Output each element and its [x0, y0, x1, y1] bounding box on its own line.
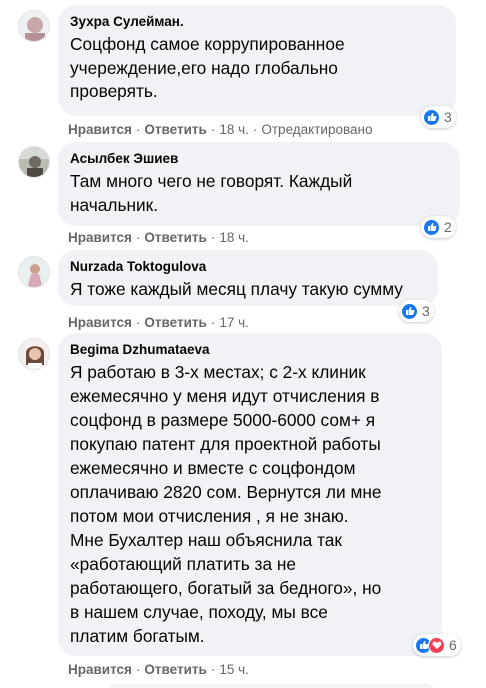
like-icon [423, 218, 440, 236]
avatar[interactable] [18, 338, 50, 370]
comment-timestamp[interactable]: 17 ч. [219, 315, 249, 330]
avatar[interactable] [18, 10, 50, 42]
comment-author[interactable]: Begima Dzhumataeva [70, 341, 430, 359]
comment-actions: Нравится · Ответить · 15 ч. [68, 661, 249, 679]
comment-timestamp[interactable]: 18 ч. [219, 122, 249, 137]
comment-text-line: работающего, богатый за бедного», но [70, 578, 382, 598]
separator: · [135, 662, 141, 677]
comment-text-line: Я тоже каждый месяц плачу такую сумму [70, 279, 403, 299]
separator: · [210, 662, 216, 677]
reaction-count: 3 [422, 303, 430, 319]
like-button[interactable]: Нравится [68, 230, 132, 245]
comment-timestamp[interactable]: 15 ч. [219, 662, 249, 677]
next-comment-bubble [106, 684, 436, 688]
comment-text-line: Соцфонд самое коррупированное [70, 34, 345, 54]
comment-text-line: потом мои отчисления , я не знаю. [70, 506, 349, 526]
like-button[interactable]: Нравится [68, 662, 132, 677]
comment-text-line: соцфонд в размере 5000-6000 сом+ я [70, 410, 376, 430]
comment-text-line: проверять. [70, 81, 158, 101]
reaction-summary[interactable]: 2 [421, 216, 456, 238]
comment-author[interactable]: Зухра Сулейман. [70, 13, 444, 31]
reaction-count: 3 [444, 109, 452, 125]
reaction-summary[interactable]: 3 [421, 106, 456, 128]
comment-author[interactable]: Nurzada Toktogulova [70, 258, 426, 276]
like-icon [401, 302, 418, 320]
reaction-summary[interactable]: 6 [413, 634, 461, 656]
comment-actions: Нравится · Ответить · 18 ч. [68, 229, 249, 247]
comment-text-line: платим богатым. [70, 626, 205, 646]
comment-text-line: начальник. [70, 194, 159, 215]
avatar[interactable] [18, 146, 50, 178]
comment-timestamp[interactable]: 18 ч. [219, 230, 249, 245]
separator: · [210, 230, 216, 245]
comment-text-line: Я работаю в 3-х местах; с 2-х клиник [70, 362, 366, 382]
comment-actions: Нравится · Ответить · 17 ч. [68, 314, 249, 332]
comment-text-line: ежемесячно и вместе с соцфондом [70, 458, 356, 478]
reply-button[interactable]: Ответить [144, 122, 206, 137]
reply-button[interactable]: Ответить [144, 662, 206, 677]
reaction-summary[interactable]: 3 [399, 300, 434, 322]
separator: · [135, 122, 141, 137]
comment-text: Я работаю в 3-х местах; с 2-х клиник еже… [70, 360, 430, 648]
comment-text-line: Там много чего не говорят. Каждый [70, 171, 353, 191]
edited-label[interactable]: Отредактировано [261, 122, 372, 137]
separator: · [210, 315, 216, 330]
separator: · [210, 122, 216, 137]
comment-bubble: Begima Dzhumataeva Я работаю в 3-х места… [58, 333, 442, 656]
comment-text-line: Мне Бухалтер наш объяснила так [70, 530, 342, 550]
comment-bubble: Nurzada Toktogulova Я тоже каждый месяц … [58, 250, 438, 306]
like-icon [423, 108, 440, 126]
comment-text-line: в нашем случае, походу, мы все [70, 602, 328, 622]
comment-text: Там много чего не говорят. Каждый началь… [70, 170, 448, 217]
comment-actions: Нравится · Ответить · 18 ч. · Отредактировано [68, 121, 372, 139]
separator: · [135, 230, 141, 245]
comment-author[interactable]: Асылбек Эшиев [70, 150, 448, 168]
comment-text-line: оплачиваю 2820 сом. Вернутся ли мне [70, 482, 382, 502]
comment-text-line: ежемесячно у меня идут отчисления в [70, 386, 380, 406]
comment-text-line: учереждение,его надо глобально [70, 57, 338, 78]
comment-bubble: Зухра Сулейман. Соцфонд самое коррупиров… [58, 5, 456, 116]
separator: · [252, 122, 258, 137]
reply-button[interactable]: Ответить [144, 315, 206, 330]
reaction-count: 6 [449, 637, 457, 653]
comment-bubble: Асылбек Эшиев Там много чего не говорят.… [58, 142, 460, 226]
like-button[interactable]: Нравится [68, 122, 132, 137]
comment-text: Соцфонд самое коррупированное учереждени… [70, 33, 444, 104]
like-button[interactable]: Нравится [68, 315, 132, 330]
comment-text-line: «работающий платить за не [70, 554, 297, 574]
separator: · [135, 315, 141, 330]
reply-button[interactable]: Ответить [144, 230, 206, 245]
reaction-count: 2 [444, 219, 452, 235]
avatar[interactable] [18, 256, 50, 288]
comment-text-line: покупаю патент для проектной работы [70, 434, 381, 454]
comment-text: Я тоже каждый месяц плачу такую сумму [70, 278, 426, 302]
love-icon [428, 636, 445, 654]
